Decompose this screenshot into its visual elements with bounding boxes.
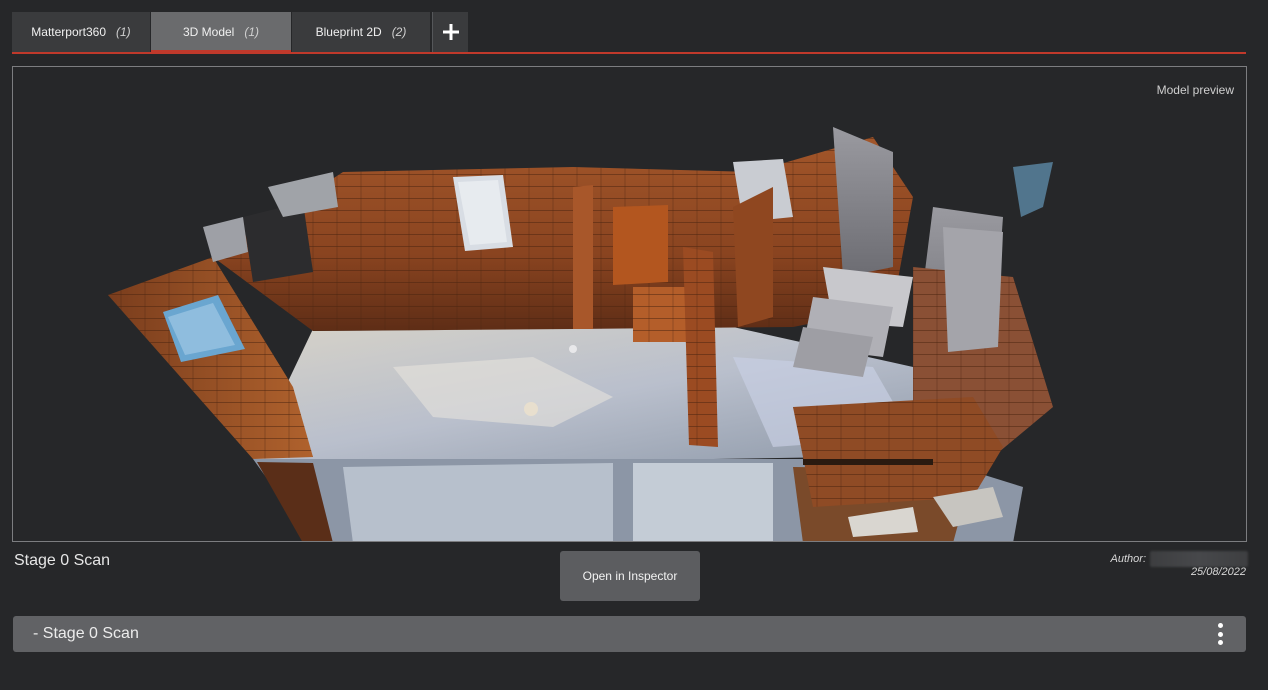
scan-item-label: - Stage 0 Scan [33, 625, 139, 642]
model-preview[interactable]: Model preview [12, 66, 1247, 542]
tab-count: (1) [244, 25, 260, 39]
tab-label: Matterport360 [31, 25, 107, 39]
tab-label: 3D Model [182, 25, 235, 39]
tab-count: (2) [391, 25, 407, 39]
model-title: Stage 0 Scan [14, 552, 111, 569]
3d-model-render[interactable] [13, 67, 1247, 542]
model-date: 25/08/2022 [1190, 566, 1246, 578]
tab-label: Blueprint 2D [315, 25, 382, 39]
open-in-inspector-button[interactable]: Open in Inspector [560, 551, 700, 601]
tab-matterport360[interactable]: Matterport360 (1) [12, 12, 150, 52]
tab-count: (1) [116, 25, 131, 39]
more-options-icon[interactable] [1212, 623, 1228, 645]
tab-blueprint-2d[interactable]: Blueprint 2D (2) [292, 12, 430, 52]
preview-label: Model preview [1156, 83, 1234, 97]
add-tab-button[interactable] [432, 12, 468, 52]
tab-bar: Matterport360 (1) 3D Model (1) Blueprint… [12, 12, 1246, 54]
tab-3d-model[interactable]: 3D Model (1) [151, 12, 291, 54]
scan-list-item[interactable]: - Stage 0 Scan [13, 616, 1246, 652]
author-label: Author: [1110, 553, 1146, 565]
author-info: Author: [1111, 551, 1248, 567]
author-name-redacted [1150, 551, 1248, 567]
plus-icon [442, 24, 459, 40]
